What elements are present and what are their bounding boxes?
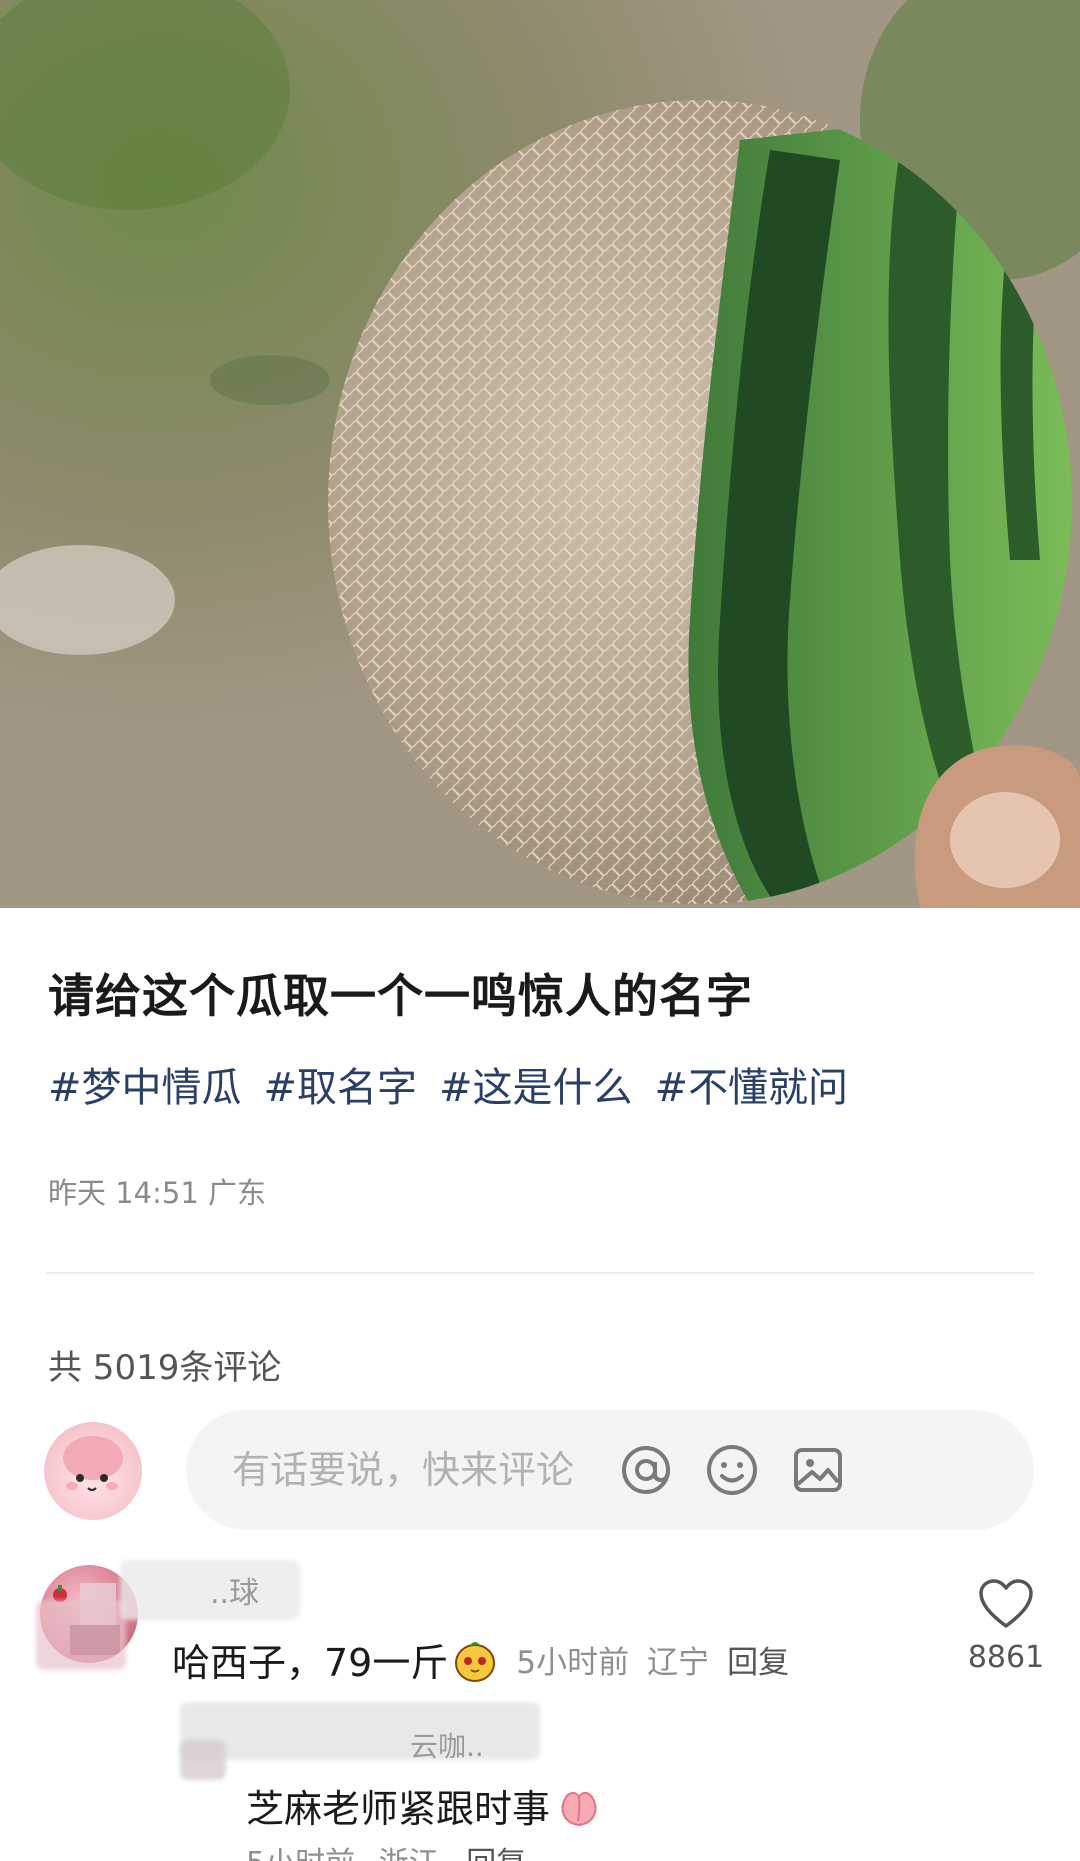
comment-body: 哈西子，79一斤 5小时前 辽宁 回复 (172, 1632, 789, 1687)
like-count: 8861 (967, 1640, 1045, 1675)
heart-icon[interactable] (977, 1578, 1035, 1630)
comment-text: 哈西子，79一斤 (172, 1641, 449, 1685)
melon-photo-illustration (0, 0, 1080, 908)
reply-body: 芝麻老师紧跟时事 (246, 1778, 616, 1833)
divider (46, 1272, 1034, 1274)
comment-count: 共 5019条评论 (48, 1348, 282, 1388)
peach-icon (561, 1791, 597, 1826)
hashtag-meng-zhong-qing-gua[interactable]: #梦中情瓜 (48, 1055, 242, 1113)
post-time: 昨天 14:51 (48, 1176, 199, 1210)
emoji-icon[interactable] (702, 1440, 762, 1500)
privacy-blur (180, 1702, 540, 1760)
comment-input[interactable] (232, 1442, 652, 1498)
reply-author-name[interactable]: 云咖.. (410, 1725, 484, 1765)
reply-text: 芝麻老师紧跟时事 (246, 1787, 551, 1831)
comment-time: 5小时前 (516, 1645, 630, 1681)
reply-avatar[interactable] (180, 1740, 226, 1780)
hashtag-bu-dong-jiu-wen[interactable]: #不懂就问 (655, 1055, 849, 1113)
commenter-name[interactable]: ..球 (210, 1568, 259, 1612)
reply-meta: 5小时前 浙江 回复 (246, 1838, 526, 1861)
like-button[interactable]: 8861 (966, 1578, 1046, 1675)
hashtag-list: #梦中情瓜 #取名字 #这是什么 #不懂就问 (48, 1055, 848, 1113)
post-meta: 昨天 14:51 广东 (48, 1170, 266, 1212)
comment-location: 辽宁 (647, 1645, 710, 1681)
post-title: 请给这个瓜取一个一鸣惊人的名字 (48, 969, 753, 1023)
hashtag-zhe-shi-shen-me[interactable]: #这是什么 (439, 1055, 633, 1113)
my-avatar[interactable] (44, 1422, 142, 1520)
privacy-blur (36, 1600, 126, 1670)
hashtag-qu-ming-zi[interactable]: #取名字 (264, 1055, 418, 1113)
reply-time: 5小时前 (246, 1846, 355, 1861)
post-photo[interactable] (0, 0, 1080, 908)
reply-reply-button[interactable]: 回复 (466, 1846, 526, 1861)
post-location: 广东 (208, 1176, 267, 1210)
comment-composer[interactable] (186, 1410, 1034, 1530)
reply-location: 浙江 (379, 1846, 439, 1861)
reply-button[interactable]: 回复 (727, 1637, 789, 1682)
mango-sticker-icon (455, 1641, 496, 1682)
image-icon[interactable] (788, 1440, 848, 1500)
at-icon[interactable] (616, 1440, 676, 1500)
